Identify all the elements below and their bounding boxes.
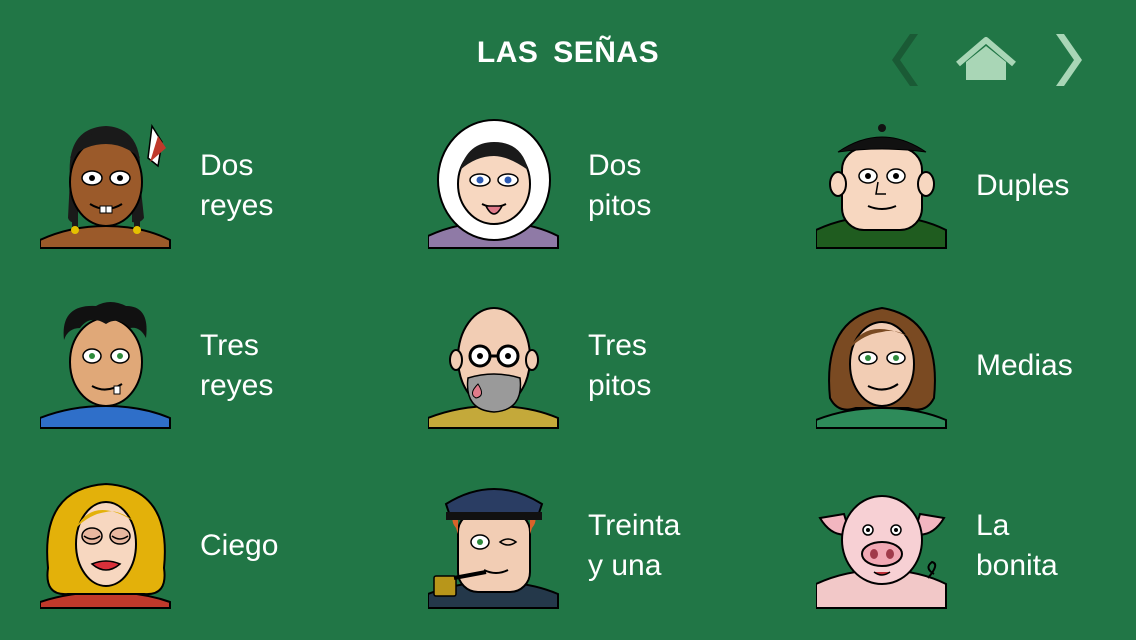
pig-avatar-icon bbox=[816, 495, 947, 609]
sena-label: Dos reyes bbox=[200, 149, 274, 222]
sena-label: Medias bbox=[976, 349, 1073, 382]
blonde-woman-avatar-icon bbox=[40, 482, 171, 609]
sena-duples[interactable]: Duples bbox=[816, 118, 1136, 258]
sena-tres-pitos[interactable]: Tres pitos bbox=[428, 298, 788, 438]
sena-label: Treinta y una bbox=[588, 509, 681, 582]
sena-label: Tres reyes bbox=[200, 329, 274, 402]
curly-hair-man-avatar-icon bbox=[40, 302, 171, 429]
sena-dos-pitos[interactable]: Dos pitos bbox=[428, 118, 788, 258]
home-button[interactable] bbox=[954, 30, 1018, 90]
beret-man-avatar-icon bbox=[816, 124, 947, 249]
native-man-avatar-icon bbox=[40, 123, 171, 249]
sena-label: Ciego bbox=[200, 529, 279, 562]
sena-dos-reyes[interactable]: Dos reyes bbox=[40, 118, 400, 258]
sena-label: Dos pitos bbox=[588, 149, 652, 222]
sena-la-bonita[interactable]: La bonita bbox=[816, 478, 1136, 618]
sena-label: La bonita bbox=[976, 509, 1058, 582]
back-button[interactable] bbox=[888, 30, 928, 90]
chevron-right-icon bbox=[1056, 34, 1082, 86]
sena-ciego[interactable]: Ciego bbox=[40, 478, 400, 618]
sena-tres-reyes[interactable]: Tres reyes bbox=[40, 298, 400, 438]
chevron-left-icon bbox=[892, 34, 918, 86]
home-icon bbox=[956, 37, 1016, 80]
sailor-avatar-icon bbox=[428, 488, 559, 609]
sena-label: Tres pitos bbox=[588, 329, 652, 402]
sena-medias[interactable]: Medias bbox=[816, 298, 1136, 438]
brown-hair-woman-avatar-icon bbox=[816, 306, 947, 429]
sena-label: Duples bbox=[976, 169, 1070, 202]
forward-button[interactable] bbox=[1046, 30, 1086, 90]
bald-glasses-man-avatar-icon bbox=[428, 307, 559, 429]
sena-treinta-y-una[interactable]: Treinta y una bbox=[428, 478, 788, 618]
eskimo-avatar-icon bbox=[428, 119, 559, 249]
